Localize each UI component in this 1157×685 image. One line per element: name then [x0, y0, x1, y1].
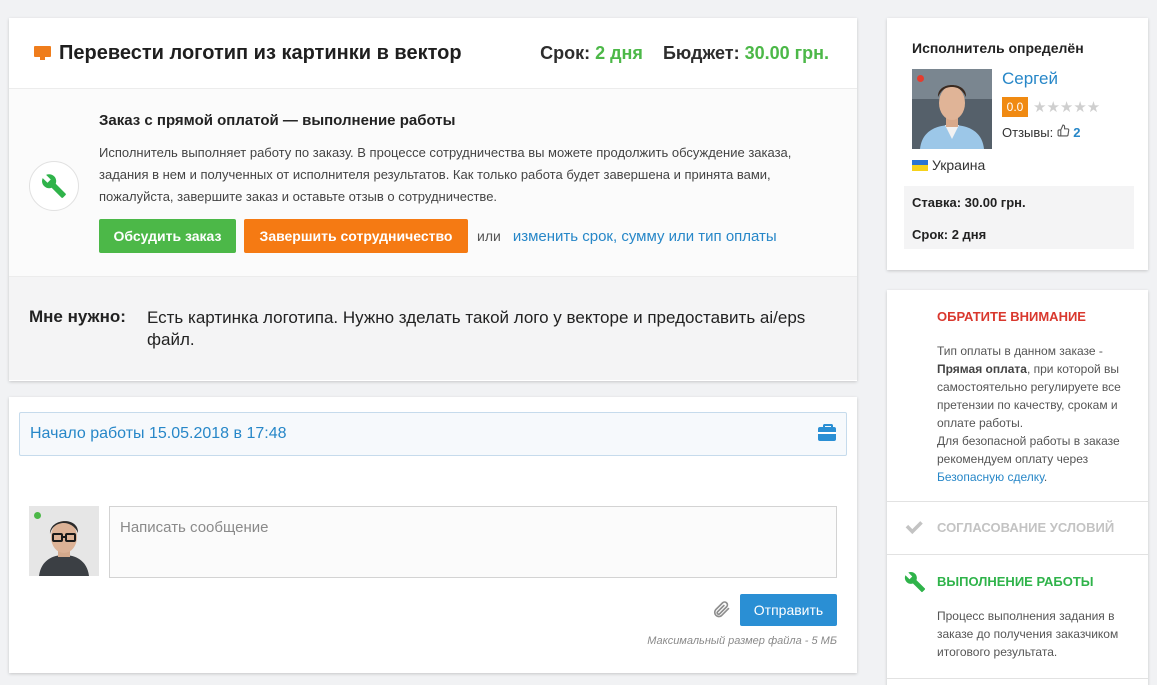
wrench-icon — [904, 571, 926, 598]
paperclip-icon[interactable] — [711, 599, 731, 619]
status-title: Заказ с прямой оплатой — выполнение рабо… — [99, 112, 456, 129]
deadline-label: Срок: — [540, 42, 591, 63]
term-text: Срок: 2 дня — [912, 227, 987, 242]
need-row: Мне нужно: Есть картинка логотипа. Нужно… — [9, 277, 857, 380]
order-title: Перевести логотип из картинки в вектор — [59, 41, 462, 64]
work-start-bar[interactable]: Начало работы 15.05.2018 в 17:48 — [19, 412, 847, 456]
status-actions: Обсудить заказ Завершить сотрудничество … — [99, 219, 839, 253]
status-content: Заказ с прямой оплатой — выполнение рабо… — [99, 112, 839, 253]
notice-card: ОБРАТИТЕ ВНИМАНИЕ Тип оплаты в данном за… — [887, 290, 1148, 685]
notice-text-part: Тип оплаты в данном заказе - — [937, 344, 1103, 358]
reviews-label: Отзывы: — [1002, 124, 1054, 140]
budget-value: 30.00 грн. — [744, 42, 829, 63]
reviews: Отзывы: 2 — [1002, 124, 1080, 140]
reviews-count-link[interactable]: 2 — [1073, 125, 1080, 140]
send-button[interactable]: Отправить — [740, 594, 837, 626]
message-input[interactable] — [109, 506, 837, 578]
step-agreement-title: СОГЛАСОВАНИЕ УСЛОВИЙ — [937, 520, 1115, 535]
flag-ukraine-icon — [912, 159, 928, 171]
chat-card: Начало работы 15.05.2018 в 17:48 Отправи… — [9, 397, 857, 673]
rate-text: Ставка: 30.00 грн. — [912, 195, 1026, 210]
thumbs-up-icon — [1057, 124, 1070, 140]
order-meta: Срок: 2 дня Бюджет: 30.00 грн. — [540, 43, 829, 64]
country-name: Украина — [932, 157, 986, 173]
country: Украина — [912, 157, 985, 173]
step-work-title: ВЫПОЛНЕНИЕ РАБОТЫ — [937, 574, 1094, 589]
rating-stars-icon: ★★★★★ — [1033, 99, 1101, 116]
checkmark-icon — [904, 518, 924, 541]
change-terms-link[interactable]: изменить срок, сумму или тип оплаты — [513, 228, 777, 245]
wrench-icon — [29, 161, 79, 211]
status-indicator — [917, 75, 924, 82]
executor-avatar[interactable] — [912, 69, 992, 149]
executor-title: Исполнитель определён — [912, 40, 1084, 56]
work-start-text: Начало работы 15.05.2018 в 17:48 — [30, 425, 287, 442]
step-divider — [887, 678, 1148, 685]
rating: 0.0 ★★★★★ — [1002, 97, 1100, 117]
monitor-icon — [34, 46, 51, 60]
safe-deal-link[interactable]: Безопасную сделку — [937, 470, 1044, 484]
file-size-note: Максимальный размер файла - 5 МБ — [647, 635, 837, 647]
need-label: Мне нужно: — [29, 307, 126, 326]
or-text: или — [477, 228, 501, 244]
executor-card: Исполнитель определён Сергей 0.0 ★★★★★ О… — [887, 18, 1148, 270]
step-work-desc: Процесс выполнения задания в заказе до п… — [937, 609, 1119, 659]
deadline-value: 2 дня — [595, 42, 643, 63]
order-card: Перевести логотип из картинки в вектор С… — [9, 18, 857, 381]
budget-label: Бюджет: — [662, 42, 740, 63]
status-box: Заказ с прямой оплатой — выполнение рабо… — [9, 89, 857, 277]
need-text: Есть картинка логотипа. Нужно зделать та… — [147, 308, 806, 349]
notice-payment-type: Прямая оплата — [937, 362, 1027, 376]
rating-value: 0.0 — [1002, 97, 1028, 117]
step-work: ВЫПОЛНЕНИЕ РАБОТЫ Процесс выполнения зад… — [887, 554, 1148, 678]
order-header: Перевести логотип из картинки в вектор С… — [9, 18, 857, 89]
notice-text-end: . — [1043, 470, 1048, 484]
status-text: Исполнитель выполняет работу по заказу. … — [99, 145, 792, 204]
finish-cooperation-button[interactable]: Завершить сотрудничество — [244, 219, 468, 253]
avatar — [29, 506, 99, 576]
briefcase-icon[interactable] — [818, 424, 836, 441]
executor-name-link[interactable]: Сергей — [1002, 69, 1058, 89]
notice-title: ОБРАТИТЕ ВНИМАНИЕ — [937, 309, 1086, 324]
notice-text: Тип оплаты в данном заказе - Прямая опла… — [937, 342, 1137, 486]
step-agreement: СОГЛАСОВАНИЕ УСЛОВИЙ — [887, 501, 1148, 554]
notice-text-part: Для безопасной работы в заказе рекоменду… — [937, 434, 1120, 466]
executor-terms: Ставка: 30.00 грн. Срок: 2 дня — [904, 186, 1134, 249]
online-indicator — [34, 512, 41, 519]
discuss-order-button[interactable]: Обсудить заказ — [99, 219, 236, 253]
